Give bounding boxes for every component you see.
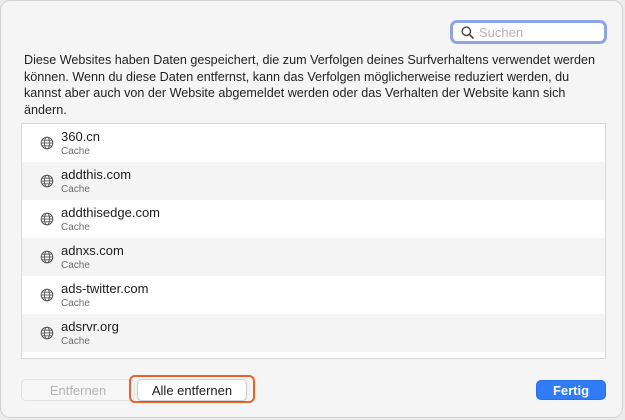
globe-icon: [40, 288, 54, 302]
website-domain: adsrvr.org: [61, 318, 119, 334]
remove-button[interactable]: Entfernen: [21, 379, 135, 401]
website-data-sheet: Diese Websites haben Daten gespeichert, …: [0, 0, 623, 418]
list-item[interactable]: adnxs.com Cache: [22, 238, 605, 276]
website-data-type: Cache: [61, 183, 90, 195]
website-data-type: Cache: [61, 145, 90, 157]
website-data-type: Cache: [61, 259, 90, 271]
website-data-type: Cache: [61, 221, 90, 233]
list-item[interactable]: 360.cn Cache: [22, 124, 605, 162]
website-list[interactable]: 360.cn Cache addthis.com Cache addthised…: [21, 123, 606, 359]
list-item[interactable]: adsrvr.org Cache: [22, 314, 605, 352]
globe-icon: [40, 326, 54, 340]
globe-icon: [40, 212, 54, 226]
website-data-type: Cache: [61, 297, 90, 309]
remove-all-button[interactable]: Alle entfernen: [137, 379, 247, 401]
list-item[interactable]: addthisedge.com Cache: [22, 200, 605, 238]
website-domain: ads-twitter.com: [61, 280, 149, 296]
website-data-type: Cache: [61, 335, 90, 347]
globe-icon: [40, 174, 54, 188]
website-domain: addthis.com: [61, 166, 132, 182]
globe-icon: [40, 136, 54, 150]
description-text: Diese Websites haben Daten gespeichert, …: [24, 53, 596, 117]
search-field[interactable]: [450, 20, 607, 44]
website-domain: addthisedge.com: [61, 204, 161, 220]
search-input[interactable]: [475, 24, 599, 40]
globe-icon: [40, 250, 54, 264]
website-domain: 360.cn: [61, 128, 101, 144]
list-item[interactable]: ads-twitter.com Cache: [22, 276, 605, 314]
list-item[interactable]: addthis.com Cache: [22, 162, 605, 200]
done-button[interactable]: Fertig: [536, 380, 606, 400]
website-domain: adnxs.com: [61, 242, 124, 258]
search-icon: [459, 24, 475, 40]
list-item-partial[interactable]: [22, 352, 605, 358]
